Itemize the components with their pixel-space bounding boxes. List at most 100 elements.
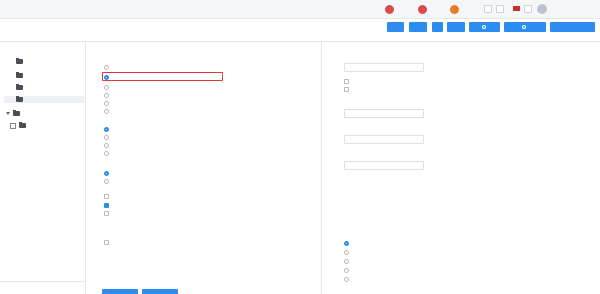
field-2-input[interactable] [344, 109, 424, 118]
right-radio[interactable] [344, 267, 424, 273]
right-radio[interactable] [344, 249, 424, 255]
settings-icon[interactable] [524, 5, 532, 13]
red-circle-icon [385, 4, 394, 14]
orange-circle-icon [450, 4, 459, 14]
radio-icon [104, 100, 109, 106]
footer-link-1[interactable] [6, 282, 76, 287]
checkbox-icon [104, 239, 109, 245]
radio-icon [104, 84, 109, 90]
field-1-input[interactable] [344, 63, 424, 72]
radio-icon [344, 258, 349, 264]
field-4-label [344, 152, 424, 158]
folder-icon [16, 96, 23, 102]
field-2-label [344, 100, 424, 106]
header-button-1[interactable] [387, 22, 404, 32]
bell-icon[interactable] [496, 5, 504, 13]
right-radio[interactable] [344, 258, 424, 264]
tree-item-5[interactable] [6, 110, 82, 117]
checkbox-icon [344, 78, 349, 84]
flag-icon[interactable] [513, 6, 520, 11]
option-radio[interactable] [104, 108, 224, 114]
option-radio[interactable] [104, 84, 224, 90]
option-radio[interactable] [104, 100, 224, 106]
chevron-down-icon[interactable] [6, 112, 10, 115]
radio-icon [344, 276, 349, 282]
folder-icon [16, 58, 23, 64]
header-button-4[interactable] [447, 22, 465, 32]
user-label[interactable] [549, 6, 589, 12]
option-checkbox[interactable] [104, 202, 234, 208]
radio-icon [104, 92, 109, 98]
bottom-button-2[interactable] [142, 289, 178, 294]
tree-item-6[interactable] [10, 122, 82, 129]
radio-icon [104, 178, 109, 184]
option-checkbox[interactable] [104, 239, 224, 245]
right-radio[interactable] [344, 276, 424, 282]
header-button-7[interactable] [550, 22, 595, 32]
option-radio[interactable] [104, 92, 224, 98]
radio-icon [104, 64, 109, 70]
field-3-input[interactable] [344, 135, 424, 144]
field-1-label [344, 54, 424, 60]
tree-item-badge [10, 122, 16, 129]
option-radio[interactable] [104, 126, 224, 132]
right-radio[interactable] [344, 240, 424, 246]
highlight-box [102, 72, 223, 81]
checkbox-icon [104, 193, 109, 199]
option-radio[interactable] [104, 178, 234, 184]
top-bar [0, 0, 600, 19]
header-button-2[interactable] [409, 22, 427, 32]
radio-selected-icon [344, 240, 349, 246]
tree-item-4[interactable] [4, 96, 84, 103]
folder-icon [19, 122, 26, 128]
options-panel [86, 42, 321, 294]
radio-selected-icon [104, 170, 109, 176]
radio-icon [344, 267, 349, 273]
checkbox-checked-icon [104, 202, 109, 208]
header-button-6[interactable] [504, 22, 546, 32]
radio-icon [104, 142, 109, 148]
tree-item-2[interactable] [16, 72, 82, 79]
tree-item-1[interactable] [16, 58, 82, 65]
folder-icon [16, 72, 23, 78]
tree-panel [0, 42, 86, 294]
settings-panel [321, 42, 600, 294]
footer-link-2[interactable] [6, 288, 76, 293]
radio-icon [104, 134, 109, 140]
refresh-icon [481, 25, 486, 29]
top-link-1[interactable] [385, 4, 397, 14]
option-checkbox[interactable] [104, 193, 234, 199]
option-radio[interactable] [104, 170, 234, 176]
radio-icon [104, 108, 109, 114]
option-radio[interactable] [104, 64, 224, 70]
header-button-5[interactable] [469, 22, 500, 32]
share-icon [522, 25, 526, 29]
option-radio[interactable] [104, 150, 224, 156]
checkbox-icon [344, 86, 349, 92]
top-link-3[interactable] [450, 4, 462, 14]
tree-item-3[interactable] [16, 84, 82, 91]
field-3-label [344, 126, 424, 132]
field-4-input[interactable] [344, 161, 424, 170]
red-circle-icon [418, 4, 427, 14]
group-2-title [104, 118, 224, 124]
radio-group-title [344, 230, 424, 236]
top-link-2[interactable] [418, 4, 430, 14]
bottom-button-1[interactable] [102, 289, 138, 294]
page-title [6, 27, 96, 35]
option-radio[interactable] [104, 142, 224, 148]
avatar[interactable] [537, 4, 547, 14]
radio-icon [344, 249, 349, 255]
folder-icon [13, 110, 20, 116]
option-radio[interactable] [104, 134, 224, 140]
group-1-title [104, 56, 224, 62]
right-checkbox[interactable] [344, 78, 454, 84]
folder-icon [16, 84, 23, 90]
mail-icon[interactable] [484, 5, 492, 13]
radio-icon [104, 150, 109, 156]
group-3-title [104, 162, 224, 168]
option-checkbox[interactable] [104, 210, 234, 216]
header-button-3[interactable] [432, 22, 443, 32]
right-checkbox[interactable] [344, 86, 454, 92]
checkbox-icon [104, 210, 109, 216]
